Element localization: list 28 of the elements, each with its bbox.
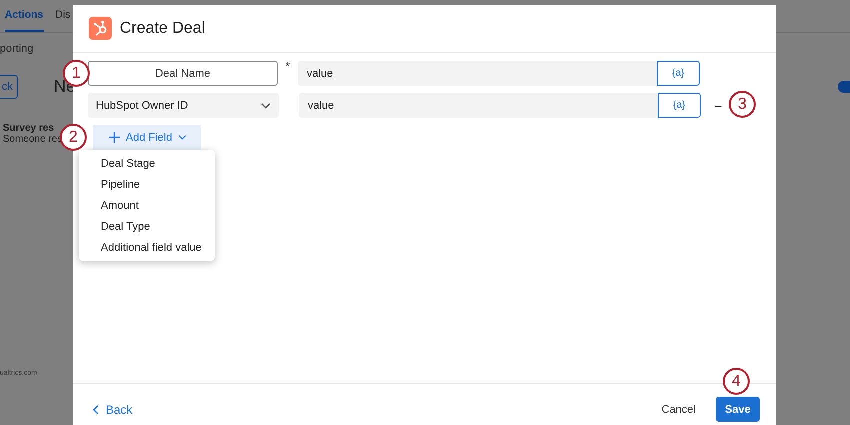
chevron-down-icon bbox=[178, 135, 188, 140]
back-button[interactable]: Back bbox=[89, 402, 137, 416]
cancel-button[interactable]: Cancel bbox=[656, 402, 702, 416]
tab[interactable]: Dis bbox=[56, 6, 71, 32]
card-title: Survey res bbox=[3, 123, 54, 134]
menu-item[interactable]: Deal Stage bbox=[79, 154, 215, 175]
save-button[interactable]: Save bbox=[716, 397, 760, 422]
piped-text-button[interactable]: {a} bbox=[658, 93, 701, 118]
value-input[interactable]: value bbox=[298, 61, 657, 86]
menu-item[interactable]: Deal Type bbox=[79, 217, 215, 238]
field-name-input[interactable]: Deal Name bbox=[88, 61, 278, 86]
add-field-button[interactable]: Add Field bbox=[93, 125, 202, 150]
menu-item[interactable]: Pipeline bbox=[79, 175, 215, 196]
field-select[interactable]: HubSpot Owner ID bbox=[88, 93, 279, 118]
chevron-left-icon bbox=[93, 404, 99, 414]
dialog-title: Create Deal bbox=[120, 20, 206, 38]
subnav-text: porting bbox=[0, 43, 34, 55]
remove-button[interactable]: – bbox=[711, 98, 726, 112]
chevron-down-icon bbox=[261, 102, 271, 108]
plus-icon bbox=[109, 132, 120, 143]
menu-item[interactable]: Additional field value bbox=[79, 238, 215, 259]
value-input[interactable]: value bbox=[299, 93, 658, 118]
callout-number: 2 bbox=[60, 124, 87, 151]
select-value: HubSpot Owner ID bbox=[96, 100, 188, 112]
hubspot-icon bbox=[89, 17, 112, 40]
menu-item[interactable]: Amount bbox=[79, 196, 215, 217]
piped-text-button[interactable]: {a} bbox=[657, 61, 700, 86]
required-marker: * bbox=[284, 61, 292, 73]
